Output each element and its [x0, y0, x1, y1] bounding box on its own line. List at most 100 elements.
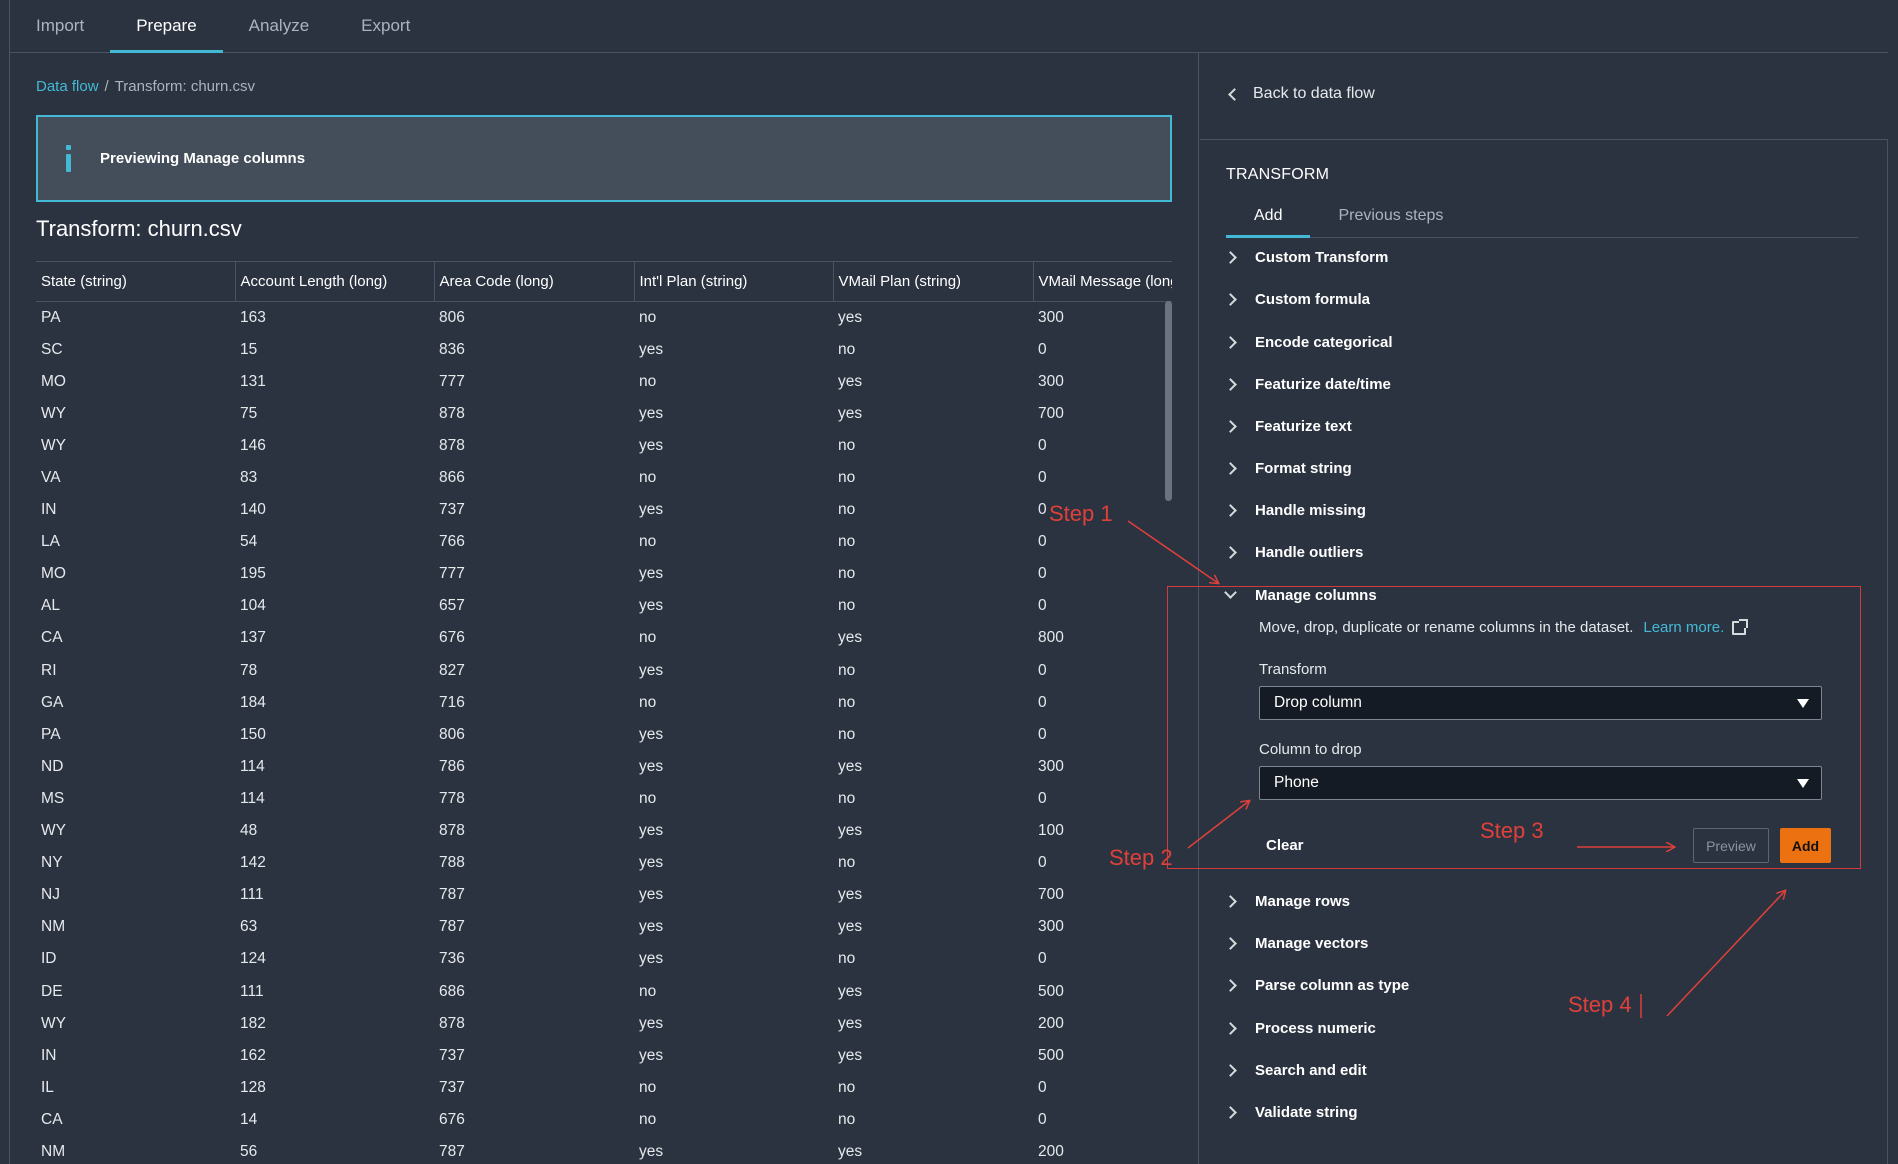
column-header[interactable]: VMail Message (long) — [1033, 261, 1172, 302]
column-header[interactable]: Account Length (long) — [235, 261, 435, 302]
table-cell: 777 — [439, 565, 465, 583]
breadcrumb-separator: / — [104, 78, 109, 95]
chevron-right-icon — [1224, 420, 1237, 433]
table-cell: 878 — [439, 822, 465, 840]
table-cell: WY — [41, 1014, 66, 1032]
transform-item-label: Process numeric — [1255, 1020, 1376, 1037]
table-cell: 0 — [1038, 436, 1047, 454]
transform-item-encode-categorical[interactable]: Encode categorical — [1224, 334, 1393, 351]
table-cell: yes — [639, 661, 664, 679]
table-cell: no — [838, 661, 856, 679]
table-cell: yes — [639, 565, 664, 583]
table-cell: no — [838, 1110, 856, 1128]
annotation-step-1: Step 1 — [1049, 501, 1113, 526]
table-cell: 15 — [240, 340, 258, 358]
table-cell: yes — [639, 918, 664, 936]
table-cell: no — [639, 789, 657, 807]
transform-item-label: Custom Transform — [1255, 249, 1389, 266]
table-cell: 182 — [240, 1014, 266, 1032]
transform-item-label: Featurize text — [1255, 418, 1352, 435]
annotation-step-4: Step 4 — [1568, 992, 1632, 1017]
table-scrollbar[interactable] — [1165, 301, 1172, 501]
table-row: IN 140 737 yes no 0 — [36, 494, 1172, 526]
table-cell: 836 — [439, 340, 465, 358]
table-cell: 184 — [240, 693, 266, 711]
transform-item-manage-rows[interactable]: Manage rows — [1224, 893, 1350, 910]
transform-item-handle-missing[interactable]: Handle missing — [1224, 502, 1366, 519]
back-to-data-flow-link[interactable]: Back to data flow — [1228, 85, 1375, 103]
table-cell: no — [838, 789, 856, 807]
table-cell: yes — [838, 918, 863, 936]
column-header[interactable]: State (string) — [36, 261, 236, 302]
table-cell: yes — [639, 404, 664, 422]
table-cell: 124 — [240, 950, 266, 968]
table-cell: no — [838, 565, 856, 583]
transform-item-label: Format string — [1255, 460, 1352, 477]
chevron-right-icon — [1224, 546, 1237, 559]
table-cell: 0 — [1038, 340, 1047, 358]
transform-item-featurize-text[interactable]: Featurize text — [1224, 418, 1352, 435]
table-cell: 676 — [439, 629, 465, 647]
tab-add[interactable]: Add — [1226, 194, 1311, 238]
transform-item-custom-transform[interactable]: Custom Transform — [1224, 249, 1389, 266]
top-tab-bar: Import Prepare Analyze Export — [10, 0, 1888, 53]
transform-item-label: Custom formula — [1255, 291, 1371, 308]
breadcrumb: Data flow / Transform: churn.csv — [36, 78, 255, 95]
transform-item-format-string[interactable]: Format string — [1224, 460, 1352, 477]
table-cell: no — [838, 597, 856, 615]
data-table-container[interactable]: State (string) Account Length (long) Area … — [36, 261, 1172, 1164]
transform-item-search-edit[interactable]: Search and edit — [1224, 1062, 1367, 1079]
column-header[interactable]: Int'l Plan (string) — [634, 261, 834, 302]
table-cell: 56 — [240, 1142, 258, 1160]
table-cell: yes — [838, 1142, 863, 1160]
tab-prepare[interactable]: Prepare — [110, 0, 224, 53]
table-cell: RI — [41, 661, 57, 679]
table-cell: 131 — [240, 372, 266, 390]
transform-item-validate-string[interactable]: Validate string — [1224, 1104, 1358, 1121]
table-cell: 0 — [1038, 725, 1047, 743]
table-cell: VA — [41, 469, 61, 487]
tab-import[interactable]: Import — [10, 0, 110, 52]
table-cell: PA — [41, 308, 61, 326]
table-cell: 200 — [1038, 1014, 1064, 1032]
column-header[interactable]: VMail Plan (string) — [833, 261, 1034, 302]
table-cell: 788 — [439, 854, 465, 872]
chevron-left-icon — [1228, 87, 1241, 101]
transform-item-manage-vectors[interactable]: Manage vectors — [1224, 935, 1368, 952]
table-cell: CA — [41, 629, 63, 647]
transform-item-process-numeric[interactable]: Process numeric — [1224, 1020, 1376, 1037]
info-banner: Previewing Manage columns — [36, 115, 1172, 202]
table-cell: no — [639, 372, 657, 390]
table-row: MO 131 777 no yes 300 — [36, 366, 1172, 398]
table-cell: 878 — [439, 436, 465, 454]
table-cell: no — [838, 469, 856, 487]
transform-item-parse-column[interactable]: Parse column as type — [1224, 977, 1409, 994]
chevron-right-icon — [1224, 1106, 1237, 1119]
table-cell: 787 — [439, 886, 465, 904]
table-cell: DE — [41, 982, 63, 1000]
tab-previous-steps[interactable]: Previous steps — [1310, 194, 1471, 237]
column-header[interactable]: Area Code (long) — [434, 261, 635, 302]
table-cell: no — [639, 1110, 657, 1128]
transform-item-label: Validate string — [1255, 1104, 1358, 1121]
left-edge-line — [9, 0, 10, 1164]
transform-item-featurize-datetime[interactable]: Featurize date/time — [1224, 376, 1391, 393]
table-row: CA 14 676 no no 0 — [36, 1104, 1172, 1136]
table-cell: no — [838, 950, 856, 968]
table-cell: MO — [41, 372, 66, 390]
transform-item-label: Encode categorical — [1255, 334, 1393, 351]
transform-item-custom-formula[interactable]: Custom formula — [1224, 291, 1371, 308]
tab-export[interactable]: Export — [335, 0, 436, 52]
annotation-step-2: Step 2 — [1109, 845, 1173, 870]
table-cell: 686 — [439, 982, 465, 1000]
table-cell: 736 — [439, 950, 465, 968]
data-table: State (string) Account Length (long) Area … — [36, 261, 1172, 1164]
table-cell: 104 — [240, 597, 266, 615]
tab-analyze[interactable]: Analyze — [223, 0, 335, 52]
breadcrumb-data-flow-link[interactable]: Data flow — [36, 78, 99, 95]
table-cell: 500 — [1038, 982, 1064, 1000]
table-cell: yes — [838, 308, 863, 326]
transform-item-handle-outliers[interactable]: Handle outliers — [1224, 544, 1363, 561]
table-cell: yes — [838, 982, 863, 1000]
table-cell: 75 — [240, 404, 258, 422]
